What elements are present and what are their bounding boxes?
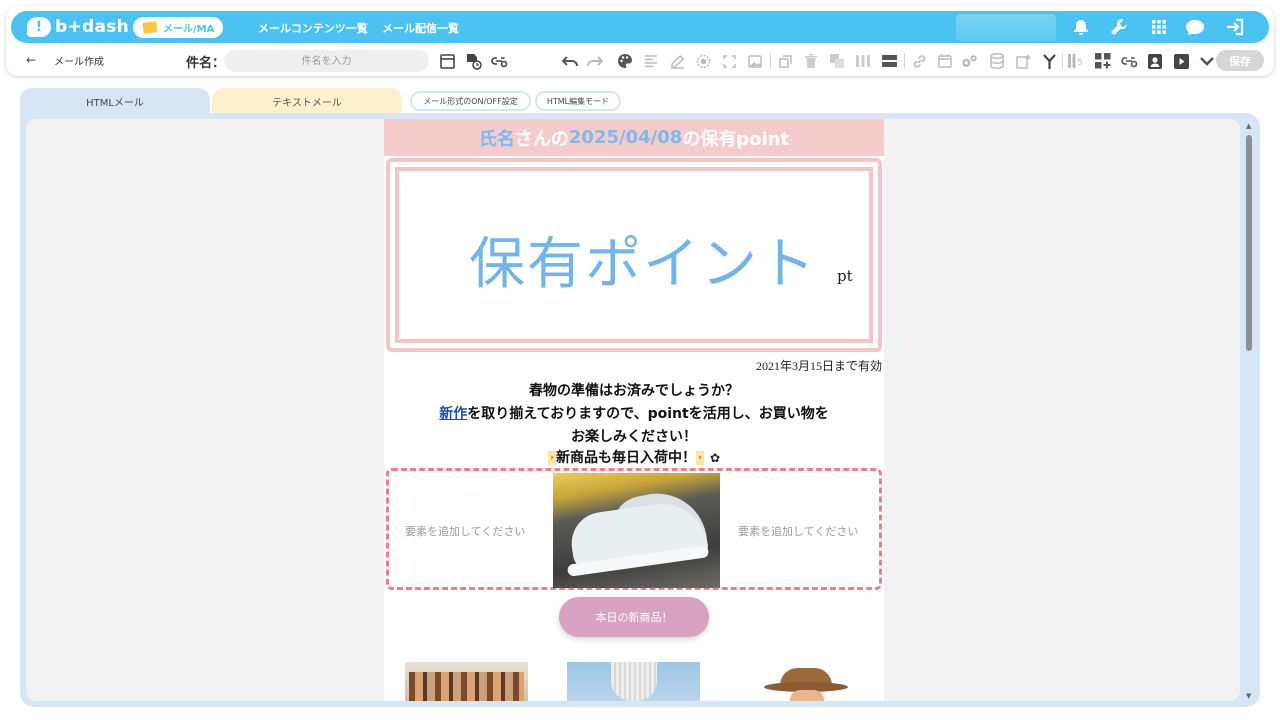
hyperlink-icon[interactable] [910, 52, 928, 70]
add-element-placeholder-right[interactable]: 要素を追加してください [738, 523, 858, 539]
toolbar-divider [770, 53, 771, 69]
database-icon[interactable] [988, 52, 1006, 70]
sneaker-product-image[interactable] [553, 473, 720, 588]
chevron-left-icon: ‹ [695, 451, 704, 465]
envelope-icon [142, 21, 158, 34]
calendar-icon[interactable] [936, 52, 954, 70]
apps-grid-icon[interactable] [1148, 17, 1170, 37]
columns-icon[interactable] [854, 52, 872, 70]
html-edit-mode-button[interactable]: HTML編集モード [535, 91, 621, 111]
link-gear-icon[interactable] [1120, 52, 1138, 70]
toolbar-divider [1062, 53, 1063, 69]
text-align-icon[interactable] [642, 52, 660, 70]
page-title: メール作成 [54, 57, 104, 68]
subject-label: 件名： [186, 56, 226, 71]
dress-shape [611, 662, 657, 701]
back-button[interactable]: ← [26, 53, 36, 67]
body-line-3: お楽しみください！ [571, 429, 697, 445]
top-navbar: ! b+dash メール/MA メールコンテンツ一覧 メール配信一覧 [11, 11, 1269, 43]
ab-test-icon[interactable]: 5 [1068, 52, 1086, 70]
tab-text-mail[interactable]: テキストメール [212, 88, 402, 114]
new-arrivals-line[interactable]: › 新商品も毎日入荷中！ ‹ ✿ [384, 447, 884, 467]
body-line-2-text: を取り揃えておりますので、pointを活用し、お買い物を [467, 406, 829, 422]
rack-shape [409, 672, 524, 701]
scroll-down-arrow[interactable]: ▼ [1246, 692, 1251, 700]
subject-input[interactable] [224, 50, 429, 72]
header-card: ! b+dash メール/MA メールコンテンツ一覧 メール配信一覧 ← メール… [6, 6, 1274, 76]
account-info-blurred[interactable] [956, 14, 1056, 41]
toolbar-divider [904, 53, 905, 69]
pen-icon[interactable] [668, 52, 686, 70]
scroll-up-arrow[interactable]: ▲ [1246, 122, 1251, 130]
wrench-icon[interactable] [1108, 17, 1130, 37]
mail-header-banner[interactable]: 氏名 さんの 2025/04/08 の保有point [384, 119, 884, 156]
logo-bubble-icon: ! [27, 17, 51, 37]
redo-icon[interactable] [585, 52, 603, 70]
help-chat-icon[interactable] [1184, 17, 1206, 37]
svg-text:5: 5 [1077, 58, 1083, 68]
mode-switch-pill[interactable]: メール/MA [133, 17, 223, 38]
header-name-token: 氏名 [478, 128, 515, 150]
duplicate-icon[interactable] [828, 52, 846, 70]
skirt-image[interactable] [567, 662, 700, 701]
new-items-link[interactable]: 新作 [439, 406, 467, 422]
add-element-placeholder-left[interactable]: 要素を追加してください [405, 523, 525, 539]
new-arrivals-text: 新商品も毎日入荷中！ [555, 450, 696, 466]
nav-mail-content-list[interactable]: メールコンテンツ一覧 [258, 20, 368, 36]
gear-icon[interactable]: ✿ [710, 451, 720, 465]
branch-merge-icon[interactable] [1040, 52, 1058, 70]
undo-icon[interactable] [561, 52, 579, 70]
scroll-thumb[interactable] [1246, 135, 1252, 351]
mail-body[interactable]: 氏名 さんの 2025/04/08 の保有point 保有ポイント pt 202… [384, 119, 884, 701]
mail-canvas[interactable]: 氏名 さんの 2025/04/08 の保有point 保有ポイント pt 202… [26, 119, 1240, 701]
video-play-icon[interactable] [1172, 52, 1190, 70]
vertical-scrollbar[interactable]: ▲ ▼ [1243, 119, 1255, 701]
gears-icon[interactable] [960, 52, 978, 70]
bell-icon[interactable] [1070, 17, 1092, 37]
header-text-1: さんの [514, 128, 569, 150]
add-block-icon[interactable] [1094, 52, 1112, 70]
link-settings-icon[interactable] [490, 52, 508, 70]
schedule-file-icon[interactable] [464, 52, 482, 70]
face-shape [790, 690, 824, 701]
todays-new-items-button[interactable]: 本日の新商品！ [559, 597, 709, 637]
header-text-2: の保有point [682, 128, 790, 150]
point-frame-block[interactable]: 保有ポイント pt [386, 158, 882, 352]
header-date-token: 2025/04/08 [568, 127, 683, 148]
clothing-rack-image[interactable] [405, 662, 528, 701]
brand-logo[interactable]: ! b+dash [27, 16, 129, 38]
logout-icon[interactable] [1224, 17, 1246, 37]
body-line-2: 新作を取り揃えておりますので、pointを活用し、お買い物を [384, 403, 884, 423]
fullscreen-icon[interactable] [720, 52, 738, 70]
logo-text: b+dash [55, 17, 130, 37]
hat-image[interactable] [734, 662, 866, 701]
contact-card-icon[interactable] [1146, 52, 1164, 70]
rows-layout-icon[interactable] [880, 52, 898, 70]
chevron-down-icon[interactable] [1198, 52, 1216, 70]
chevron-right-icon: › [547, 451, 556, 465]
copy-block-icon[interactable] [776, 52, 794, 70]
save-button[interactable]: 保存 [1216, 50, 1264, 71]
format-toggle-button[interactable]: メール形式のON/OFF設定 [410, 91, 531, 111]
point-title: 保有ポイント [469, 232, 817, 297]
point-unit: pt [837, 267, 853, 285]
valid-until-text: 2021年3月15日まで有効 [755, 359, 882, 373]
tab-html-mail[interactable]: HTMLメール [20, 88, 210, 114]
body-line-1: 春物の準備はお済みでしょうか？ [529, 383, 739, 399]
palette-icon[interactable] [616, 52, 634, 70]
nav-mail-delivery-list[interactable]: メール配信一覧 [382, 20, 459, 36]
selected-column-block[interactable]: 要素を追加してください 要素を追加してください [386, 468, 882, 590]
target-icon[interactable] [694, 52, 712, 70]
editor-frame: 氏名 さんの 2025/04/08 の保有point 保有ポイント pt 202… [20, 113, 1260, 707]
add-note-icon[interactable] [1014, 52, 1032, 70]
preview-window-icon[interactable] [438, 52, 456, 70]
mode-label: メール/MA [163, 24, 215, 35]
trash-icon[interactable] [802, 52, 820, 70]
point-inner-frame: 保有ポイント pt [395, 167, 873, 343]
image-icon[interactable] [746, 52, 764, 70]
